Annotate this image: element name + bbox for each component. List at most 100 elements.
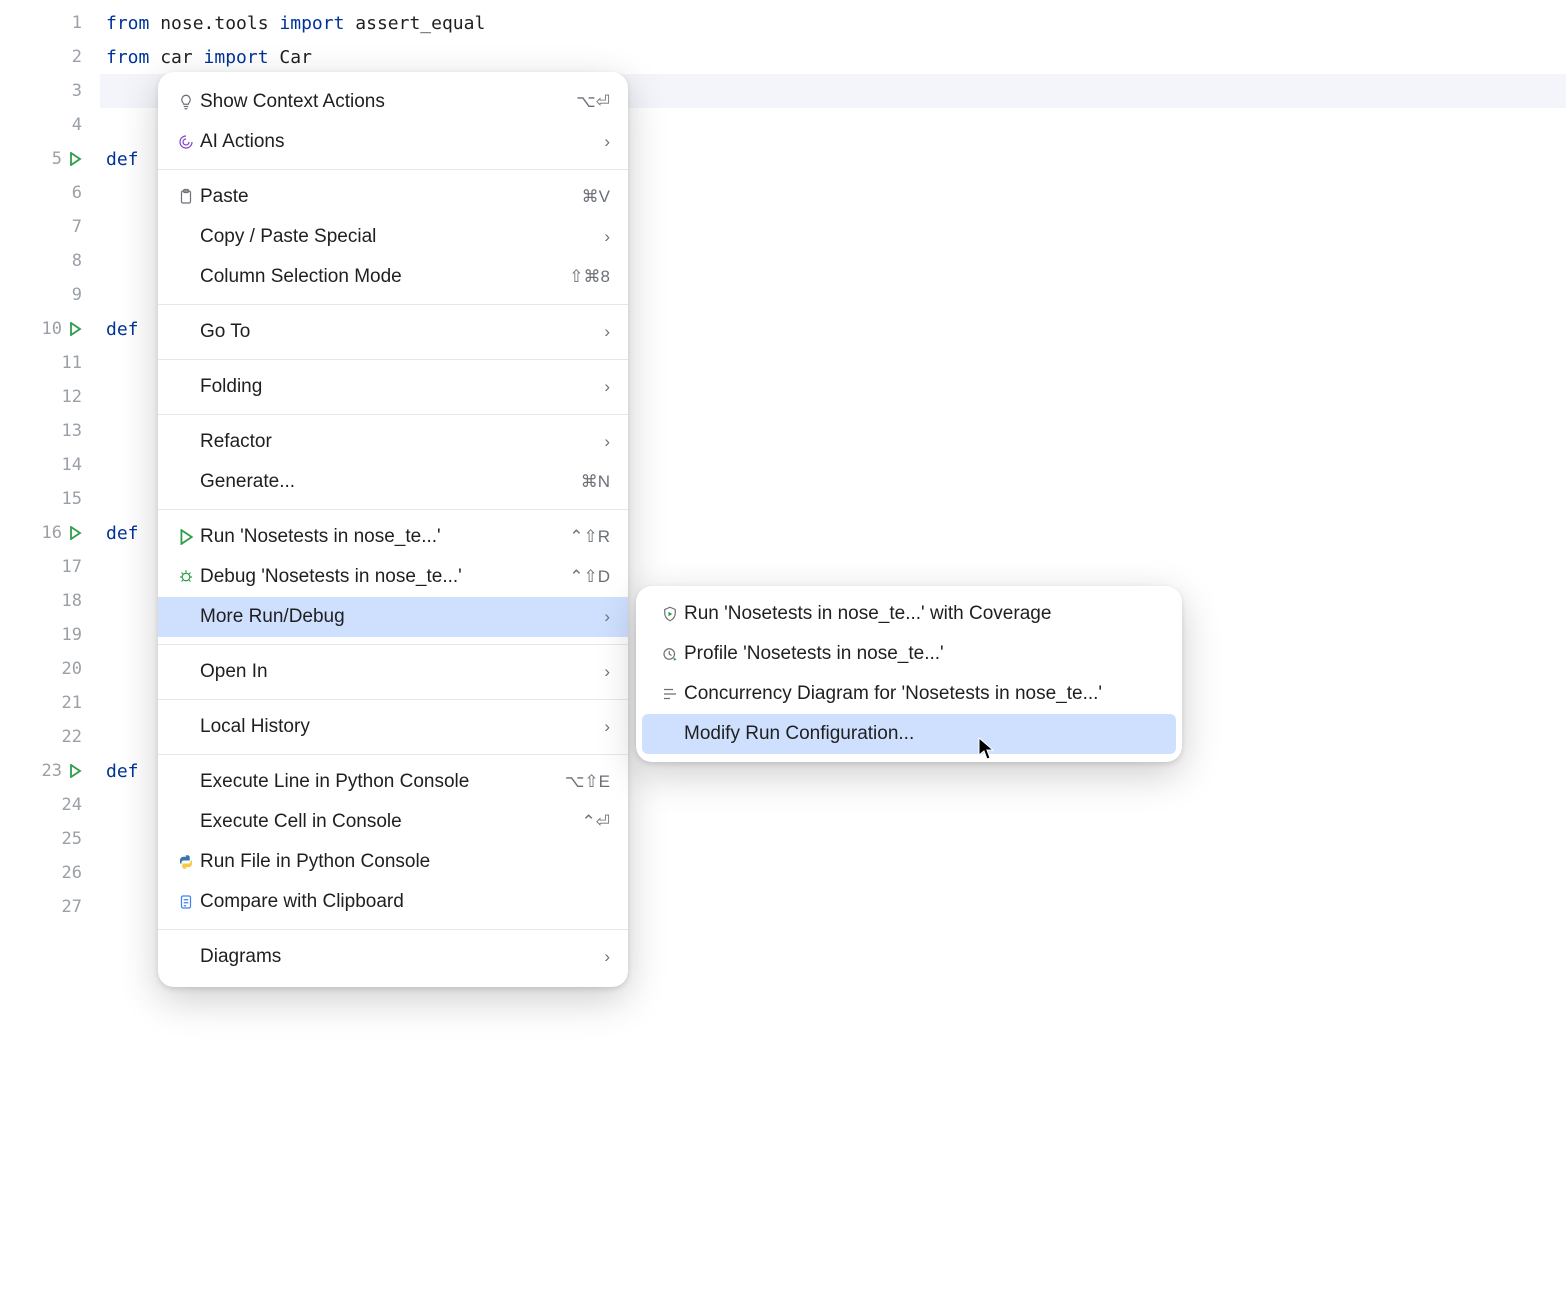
menu-item-local-history[interactable]: Local History › — [158, 707, 628, 747]
menu-item-label: Run 'Nosetests in nose_te...' with Cover… — [684, 603, 1158, 625]
menu-item-open-in[interactable]: Open In › — [158, 652, 628, 692]
menu-item-label: Execute Cell in Console — [200, 811, 572, 833]
menu-item-ai-actions[interactable]: AI Actions › — [158, 122, 628, 162]
gutter-line[interactable]: 21 — [0, 686, 100, 720]
menu-item-shortcut: ⌥⇧E — [565, 772, 610, 792]
chevron-right-icon: › — [604, 662, 610, 682]
menu-item-paste[interactable]: Paste ⌘V — [158, 177, 628, 217]
compare-clipboard-icon — [172, 893, 200, 911]
menu-item-label: Folding — [200, 376, 594, 398]
gutter-line[interactable]: 11 — [0, 346, 100, 380]
gutter-line-run[interactable]: 23 — [0, 754, 100, 788]
gutter-line[interactable]: 7 — [0, 210, 100, 244]
chevron-right-icon: › — [604, 377, 610, 397]
run-gutter-icon[interactable] — [68, 152, 82, 166]
menu-item-label: Profile 'Nosetests in nose_te...' — [684, 643, 1158, 665]
menu-item-shortcut: ⌘V — [582, 187, 610, 207]
chevron-right-icon: › — [604, 132, 610, 152]
menu-item-execute-cell[interactable]: Execute Cell in Console ⌃⏎ — [158, 802, 628, 842]
menu-item-label: Modify Run Configuration... — [684, 723, 1158, 745]
submenu-item-run-coverage[interactable]: Run 'Nosetests in nose_te...' with Cover… — [642, 594, 1176, 634]
menu-item-generate[interactable]: Generate... ⌘N — [158, 462, 628, 502]
gutter-line[interactable]: 8 — [0, 244, 100, 278]
menu-item-label: Concurrency Diagram for 'Nosetests in no… — [684, 683, 1158, 705]
run-gutter-icon[interactable] — [68, 322, 82, 336]
gutter-line[interactable]: 15 — [0, 482, 100, 516]
menu-item-copy-paste-special[interactable]: Copy / Paste Special › — [158, 217, 628, 257]
chevron-right-icon: › — [604, 607, 610, 627]
submenu-item-concurrency[interactable]: Concurrency Diagram for 'Nosetests in no… — [642, 674, 1176, 714]
menu-item-execute-line[interactable]: Execute Line in Python Console ⌥⇧E — [158, 762, 628, 802]
gutter-line[interactable]: 22 — [0, 720, 100, 754]
menu-item-column-selection[interactable]: Column Selection Mode ⇧⌘8 — [158, 257, 628, 297]
menu-item-label: Generate... — [200, 471, 571, 493]
menu-item-label: Diagrams — [200, 946, 594, 968]
gutter-line[interactable]: 3 — [0, 74, 100, 108]
code-line[interactable]: from nose.tools import assert_equal — [100, 6, 1566, 40]
menu-item-label: Show Context Actions — [200, 91, 566, 113]
gutter-line[interactable]: 4 — [0, 108, 100, 142]
gutter-line-run[interactable]: 16 — [0, 516, 100, 550]
shield-run-icon — [656, 605, 684, 623]
menu-item-shortcut: ⌃⇧D — [569, 567, 610, 587]
menu-item-label: Debug 'Nosetests in nose_te...' — [200, 566, 559, 588]
menu-item-debug-tests[interactable]: Debug 'Nosetests in nose_te...' ⌃⇧D — [158, 557, 628, 597]
run-gutter-icon[interactable] — [68, 764, 82, 778]
python-icon — [172, 853, 200, 871]
gutter-line[interactable]: 18 — [0, 584, 100, 618]
gutter-line[interactable]: 1 — [0, 6, 100, 40]
menu-item-label: Paste — [200, 186, 572, 208]
code-line[interactable]: from car import Car — [100, 40, 1566, 74]
gutter-line[interactable]: 25 — [0, 822, 100, 856]
menu-item-compare-clipboard[interactable]: Compare with Clipboard — [158, 882, 628, 922]
menu-separator — [158, 169, 628, 170]
submenu-item-profile[interactable]: Profile 'Nosetests in nose_te...' — [642, 634, 1176, 674]
gutter-line[interactable]: 2 — [0, 40, 100, 74]
menu-separator — [158, 304, 628, 305]
context-menu: Show Context Actions ⌥⏎ AI Actions › Pas… — [158, 72, 628, 987]
menu-item-shortcut: ⌥⏎ — [576, 92, 610, 112]
gutter-line[interactable]: 27 — [0, 890, 100, 924]
menu-item-label: Execute Line in Python Console — [200, 771, 555, 793]
menu-item-shortcut: ⇧⌘8 — [569, 267, 610, 287]
gutter-line[interactable]: 13 — [0, 414, 100, 448]
gutter-line[interactable]: 12 — [0, 380, 100, 414]
menu-item-run-tests[interactable]: Run 'Nosetests in nose_te...' ⌃⇧R — [158, 517, 628, 557]
menu-item-label: More Run/Debug — [200, 606, 594, 628]
gutter-line[interactable]: 24 — [0, 788, 100, 822]
chevron-right-icon: › — [604, 227, 610, 247]
run-icon — [172, 529, 200, 545]
gutter-line[interactable]: 19 — [0, 618, 100, 652]
more-run-debug-submenu: Run 'Nosetests in nose_te...' with Cover… — [636, 586, 1182, 762]
menu-item-shortcut: ⌃⏎ — [582, 812, 611, 832]
gutter-line[interactable]: 20 — [0, 652, 100, 686]
gutter-line[interactable]: 14 — [0, 448, 100, 482]
gutter-line-run[interactable]: 10 — [0, 312, 100, 346]
gutter-line[interactable]: 6 — [0, 176, 100, 210]
menu-item-label: AI Actions — [200, 131, 594, 153]
menu-separator — [158, 754, 628, 755]
menu-item-label: Compare with Clipboard — [200, 891, 610, 913]
gutter-line[interactable]: 17 — [0, 550, 100, 584]
chevron-right-icon: › — [604, 717, 610, 737]
menu-item-refactor[interactable]: Refactor › — [158, 422, 628, 462]
menu-item-folding[interactable]: Folding › — [158, 367, 628, 407]
run-gutter-icon[interactable] — [68, 526, 82, 540]
menu-item-more-run-debug[interactable]: More Run/Debug › — [158, 597, 628, 637]
gutter-line[interactable]: 9 — [0, 278, 100, 312]
clipboard-icon — [172, 188, 200, 206]
concurrency-icon — [656, 685, 684, 703]
menu-item-label: Run File in Python Console — [200, 851, 610, 873]
gutter-line-run[interactable]: 5 — [0, 142, 100, 176]
gutter-line[interactable]: 26 — [0, 856, 100, 890]
menu-separator — [158, 359, 628, 360]
lightbulb-icon — [172, 93, 200, 111]
menu-item-show-context-actions[interactable]: Show Context Actions ⌥⏎ — [158, 82, 628, 122]
submenu-item-modify-config[interactable]: Modify Run Configuration... — [642, 714, 1176, 754]
menu-item-run-file-console[interactable]: Run File in Python Console — [158, 842, 628, 882]
menu-separator — [158, 509, 628, 510]
menu-item-label: Local History — [200, 716, 594, 738]
menu-item-goto[interactable]: Go To › — [158, 312, 628, 352]
menu-item-diagrams[interactable]: Diagrams › — [158, 937, 628, 977]
chevron-right-icon: › — [604, 432, 610, 452]
